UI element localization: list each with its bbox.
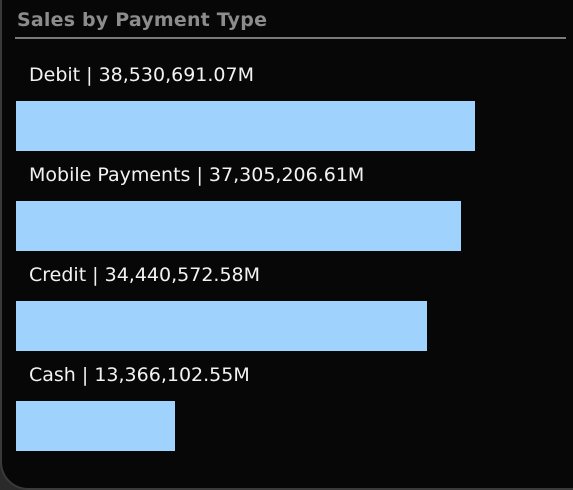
data-label-credit: Credit | 34,440,572.58M — [29, 264, 261, 286]
data-label-debit: Debit | 38,530,691.07M — [29, 64, 254, 86]
data-label-cash: Cash | 13,366,102.55M — [29, 364, 250, 386]
bar-debit[interactable] — [16, 101, 475, 151]
data-label-mobile-payments: Mobile Payments | 37,305,206.61M — [29, 164, 365, 186]
bar-mobile-payments[interactable] — [16, 201, 461, 251]
bar-credit[interactable] — [16, 301, 427, 351]
bar-cash[interactable] — [16, 401, 175, 451]
bar-chart: Debit | 38,530,691.07M Mobile Payments | … — [0, 0, 573, 477]
